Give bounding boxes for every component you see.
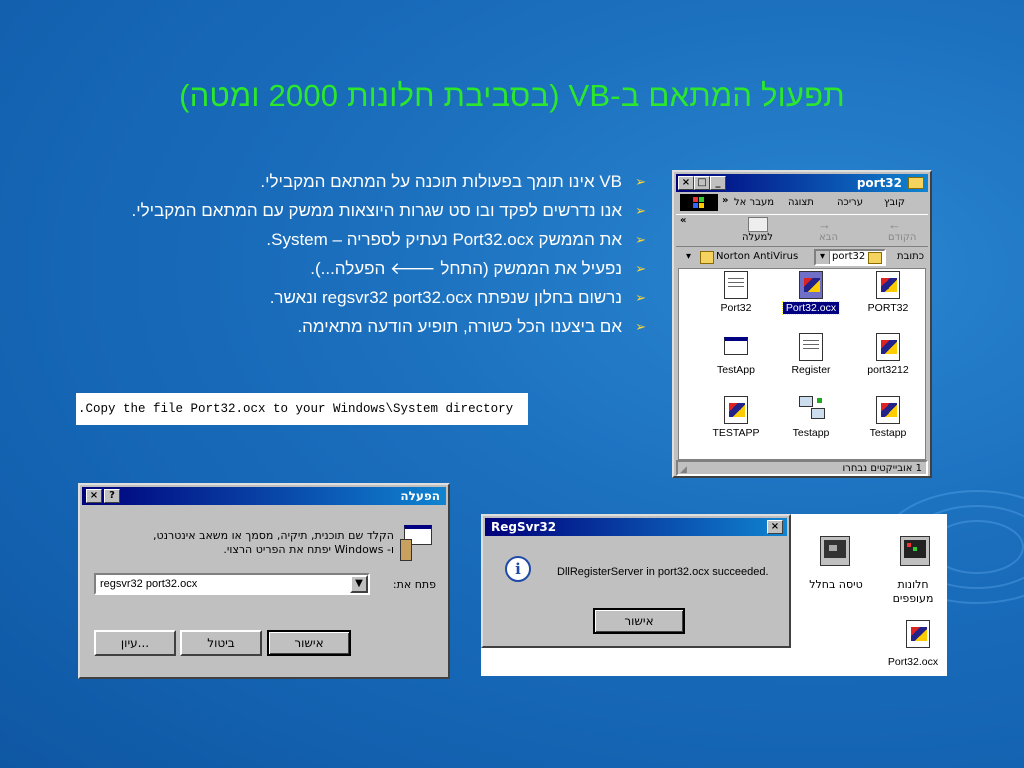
browse-button[interactable]: עיון...	[94, 630, 176, 656]
desktop-icon-port32-ocx[interactable]: Port32.ocx	[880, 620, 946, 672]
resize-grip-icon[interactable]: ◢	[680, 464, 687, 475]
file-item[interactable]: Port32	[697, 271, 775, 315]
application-window-icon	[724, 337, 748, 355]
file-item[interactable]: Testapp	[772, 396, 850, 440]
menu-file[interactable]: קובץ	[884, 197, 905, 208]
ocx-file-icon	[876, 333, 900, 361]
explorer-window: × □ _ port32 » מעבר אל תצוגה עריכה קובץ …	[672, 170, 932, 478]
regsvr-ok-button[interactable]: אישור	[593, 608, 685, 634]
explorer-title: port32	[856, 176, 902, 190]
open-dropdown-button[interactable]: ▼	[350, 575, 368, 593]
explorer-titlebar: × □ _ port32	[676, 174, 928, 192]
run-icon	[400, 525, 434, 561]
bullet-item: ➢ נרשום בחלון שנפתח regsvr32 port32.ocx ו…	[48, 283, 648, 312]
status-bar: ◢ 1 אובייקטים נבחרו	[676, 460, 928, 476]
up-folder-icon	[748, 217, 768, 232]
links-dropdown-icon[interactable]: ▾	[686, 251, 691, 262]
menu-bar: » מעבר אל תצוגה עריכה קובץ	[676, 193, 928, 213]
open-input[interactable]: regsvr32 port32.ocx	[100, 578, 197, 590]
forward-button[interactable]: הבא	[819, 232, 838, 243]
menu-edit[interactable]: עריכה	[837, 197, 863, 208]
run-dialog: × ? הפעלה הקלד שם תוכנית, תיקיה, מסמך או…	[78, 483, 450, 679]
run-description-line2: ו- Windows יפתח את הפריט הרצוי.	[223, 543, 394, 556]
ocx-file-icon	[876, 271, 900, 299]
bullet-arrow-icon: ➢	[635, 174, 646, 189]
open-label: פתח את:	[392, 578, 436, 591]
file-view: PORT32 Port32.ocx Port32 port3212 Regist…	[678, 268, 926, 460]
ocx-file-icon	[724, 396, 748, 424]
bullet-item: ➢ VB אינו תומך בפעולות תוכנה על המתאם המק…	[48, 167, 648, 196]
regsvr-title: RegSvr32	[491, 520, 557, 534]
norton-icon	[700, 251, 714, 264]
ocx-file-icon	[876, 396, 900, 424]
open-combobox[interactable]: regsvr32 port32.ocx ▼	[94, 573, 370, 595]
code-instruction: .Copy the file Port32.ocx to your Window…	[76, 393, 528, 425]
slide-title: תפעול המתאם ב-VB (בסביבת חלונות 2000 ומט…	[179, 78, 845, 113]
address-input[interactable]: ▾ port32	[814, 249, 886, 266]
file-item[interactable]: TestApp	[697, 333, 775, 377]
close-button[interactable]: ×	[678, 176, 694, 190]
file-item[interactable]: PORT32	[849, 271, 927, 315]
ocx-file-icon	[906, 620, 930, 648]
menu-go[interactable]: מעבר אל	[734, 197, 774, 208]
file-item[interactable]: Register	[772, 333, 850, 377]
folder-icon	[908, 177, 924, 189]
regsvr-dialog: RegSvr32 × i DllRegisterServer in port32…	[481, 514, 791, 648]
desktop-icon-flying-windows[interactable]: חלונות מעופפים	[880, 536, 946, 606]
monitor-icon	[900, 536, 930, 566]
address-label: כתובת	[897, 251, 924, 262]
menu-more[interactable]: »	[722, 195, 728, 206]
maximize-button[interactable]: □	[694, 176, 710, 190]
close-button[interactable]: ×	[86, 489, 102, 503]
windows-logo-icon	[680, 194, 718, 211]
menu-view[interactable]: תצוגה	[788, 197, 814, 208]
address-dropdown-button[interactable]: ▾	[816, 251, 830, 264]
bullet-item: ➢ את הממשק Port32.ocx נעתיק לספריה – Syst…	[48, 225, 648, 254]
run-titlebar: × ? הפעלה	[82, 487, 446, 505]
network-computers-icon	[799, 396, 825, 422]
ocx-file-icon	[799, 271, 823, 299]
bullet-item: ➢ אנו נדרשים לפקד ובו סט שגרות היוצאות ממ…	[48, 196, 648, 225]
ok-button[interactable]: אישור	[267, 630, 351, 656]
bullet-arrow-icon: ➢	[635, 203, 646, 218]
file-item[interactable]: port3212	[849, 333, 927, 377]
run-title: הפעלה	[400, 489, 440, 503]
file-item[interactable]: TESTAPP	[697, 396, 775, 440]
regsvr-titlebar: RegSvr32 ×	[485, 518, 787, 536]
file-item-selected[interactable]: Port32.ocx	[772, 271, 850, 315]
bullet-arrow-icon: ➢	[635, 232, 646, 247]
file-item[interactable]: Testapp	[849, 396, 927, 440]
forward-arrow-icon: →	[818, 217, 831, 232]
links-norton[interactable]: Norton AntiVirus	[716, 251, 798, 262]
help-button[interactable]: ?	[104, 489, 120, 503]
bullet-arrow-icon: ➢	[635, 261, 646, 276]
up-button[interactable]: למעלה	[742, 232, 773, 243]
toolbar: « למעלה → הבא ← הקודם	[676, 214, 928, 247]
monitor-icon	[820, 536, 850, 566]
desktop-icon-space-flight[interactable]: טיסה בחלל	[800, 536, 872, 596]
minimize-button[interactable]: _	[710, 176, 726, 190]
document-icon	[799, 333, 823, 361]
regsvr-message: DllRegisterServer in port32.ocx succeede…	[557, 566, 769, 578]
bullet-arrow-icon: ➢	[635, 319, 646, 334]
toolbar-more[interactable]: «	[680, 215, 686, 226]
run-description-line1: הקלד שם תוכנית, תיקיה, מסמך או משאב אינט…	[153, 529, 394, 542]
back-button[interactable]: הקודם	[888, 232, 916, 243]
info-icon: i	[505, 556, 531, 582]
back-arrow-icon: ←	[888, 217, 901, 232]
bullet-item: ➢ נפעיל את הממשק (התחל 🡐 הפעלה...).	[48, 254, 648, 283]
bullet-arrow-icon: ➢	[635, 290, 646, 305]
bullet-item: ➢ אם ביצענו הכל כשורה, תופיע הודעה מתאימה…	[48, 312, 648, 341]
close-button[interactable]: ×	[767, 520, 783, 534]
document-icon	[724, 271, 748, 299]
bullet-list: ➢ VB אינו תומך בפעולות תוכנה על המתאם המק…	[48, 167, 648, 341]
address-bar-row: ▾ Norton AntiVirus ▾ port32 כתובת	[676, 246, 928, 267]
cancel-button[interactable]: ביטול	[180, 630, 262, 656]
folder-icon	[868, 252, 882, 264]
status-text: 1 אובייקטים נבחרו	[842, 463, 922, 474]
